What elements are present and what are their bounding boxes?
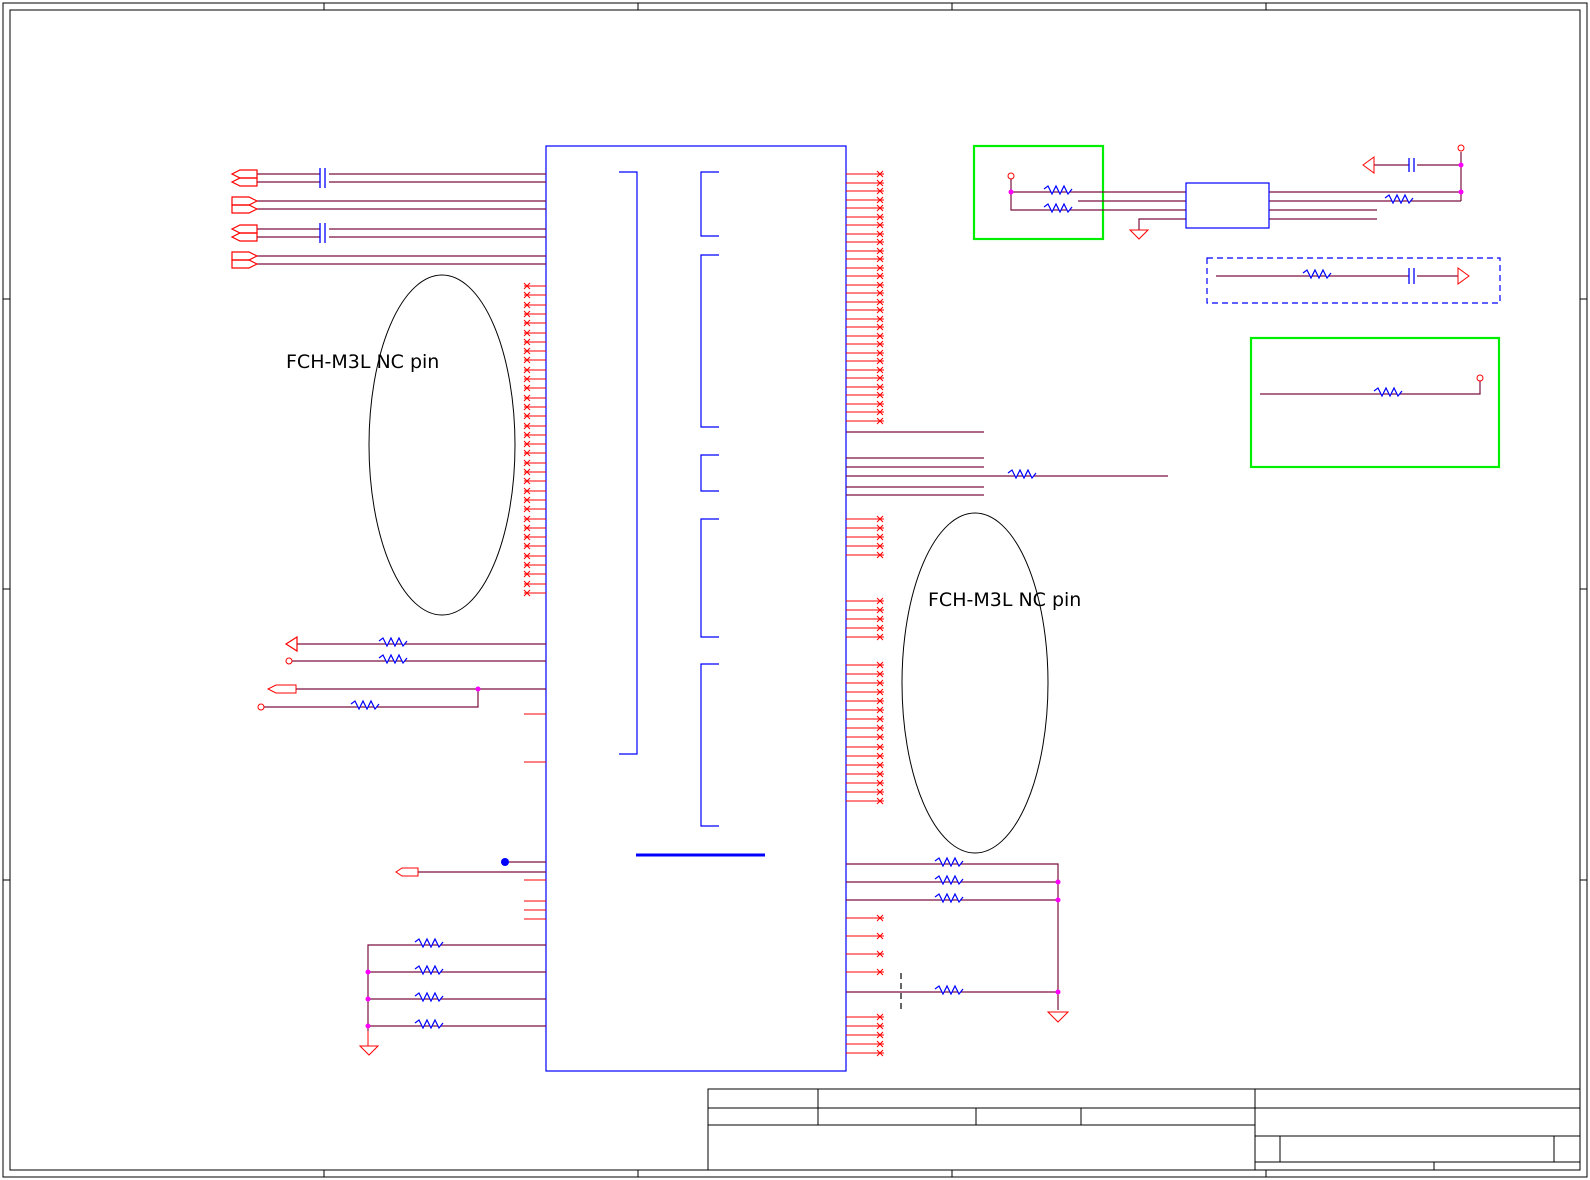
capacitor-icon — [319, 168, 326, 243]
left-bottom-stubs — [524, 879, 546, 920]
right-side-stubs — [846, 170, 884, 1057]
capacitor-icon — [1408, 158, 1415, 172]
power-pin-icon — [1476, 374, 1484, 382]
fch-ic-body — [545, 145, 847, 1072]
junction-dot — [501, 858, 509, 866]
highlight-box — [1249, 336, 1501, 469]
left-middle-nets — [262, 643, 546, 708]
highlight-box-net — [1260, 380, 1481, 395]
ic-buffer-body — [1185, 182, 1270, 229]
right-nc-pin-ellipse — [901, 512, 1049, 854]
left-nc-pin-ellipse — [368, 274, 516, 616]
top-right-nets — [1010, 152, 1462, 233]
right-middle-nets — [846, 431, 1168, 496]
off-page-connector-icon — [230, 169, 259, 269]
left-nc-label: FCH-M3L NC pin — [286, 351, 439, 373]
power-pin-icon — [1457, 144, 1465, 152]
capacitor-icon — [1408, 268, 1415, 284]
ground-icon — [1362, 156, 1375, 174]
ground-icon — [1046, 1011, 1070, 1023]
left-nc-stubs — [523, 282, 546, 597]
off-page-connector-icon — [266, 684, 297, 694]
power-pin-icon — [257, 703, 265, 711]
left-top-nets — [257, 173, 546, 265]
right-bottom-nets — [846, 863, 1059, 1010]
power-pin-icon — [1007, 172, 1015, 180]
sheet-frame — [2, 2, 1588, 1178]
ground-icon — [358, 1045, 380, 1056]
right-nc-label: FCH-M3L NC pin — [928, 589, 1081, 611]
schematic-sheet: FCH-M3L NC pin FCH-M3L NC pin — [2, 2, 1588, 1178]
ground-icon — [284, 635, 298, 653]
off-page-connector-icon — [1457, 267, 1470, 285]
optional-circuit-box — [1206, 257, 1501, 304]
off-page-connector-icon — [395, 867, 419, 877]
ground-icon — [1128, 229, 1150, 240]
power-pin-icon — [285, 657, 293, 665]
left-bottom-nets — [367, 861, 546, 1031]
left-middle-stubs — [524, 713, 546, 763]
title-block — [707, 1088, 1581, 1171]
ic-pin-group-brackets — [619, 171, 719, 827]
